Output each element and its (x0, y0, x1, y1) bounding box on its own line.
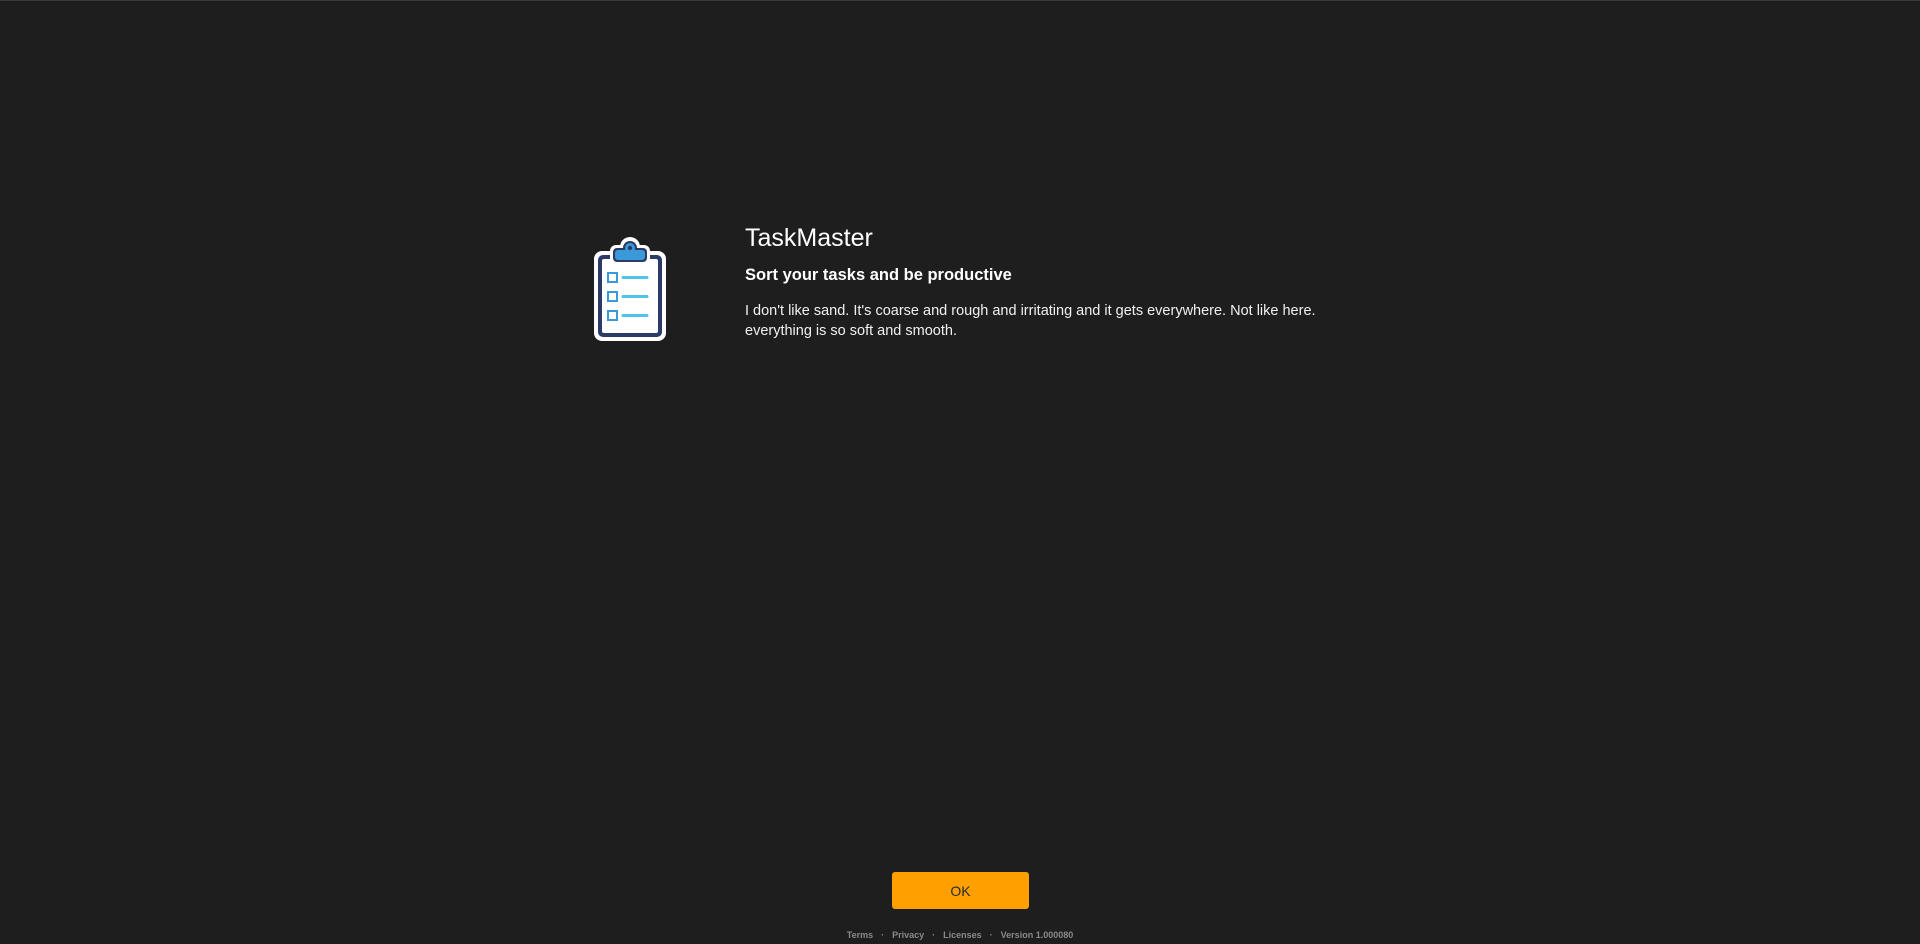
app-info: TaskMaster Sort your tasks and be produc… (745, 221, 1370, 341)
footer: Terms · Privacy · Licenses · Version 1.000080 (0, 929, 1920, 941)
footer-separator: · (932, 930, 936, 940)
app-title: TaskMaster (745, 224, 873, 252)
terms-link[interactable]: Terms (847, 930, 873, 940)
version-label: Version 1.000080 (1000, 930, 1074, 940)
footer-separator: · (989, 930, 993, 940)
clipboard-checklist-icon (590, 237, 670, 343)
footer-separator: · (881, 930, 885, 940)
privacy-link[interactable]: Privacy (892, 930, 924, 940)
splash-screen: TaskMaster Sort your tasks and be produc… (0, 0, 1920, 944)
app-description: I don't like sand. It's coarse and rough… (745, 303, 1316, 339)
ok-button[interactable]: OK (892, 872, 1029, 909)
licenses-link[interactable]: Licenses (943, 930, 982, 940)
app-tagline: Sort your tasks and be productive (745, 266, 1012, 284)
